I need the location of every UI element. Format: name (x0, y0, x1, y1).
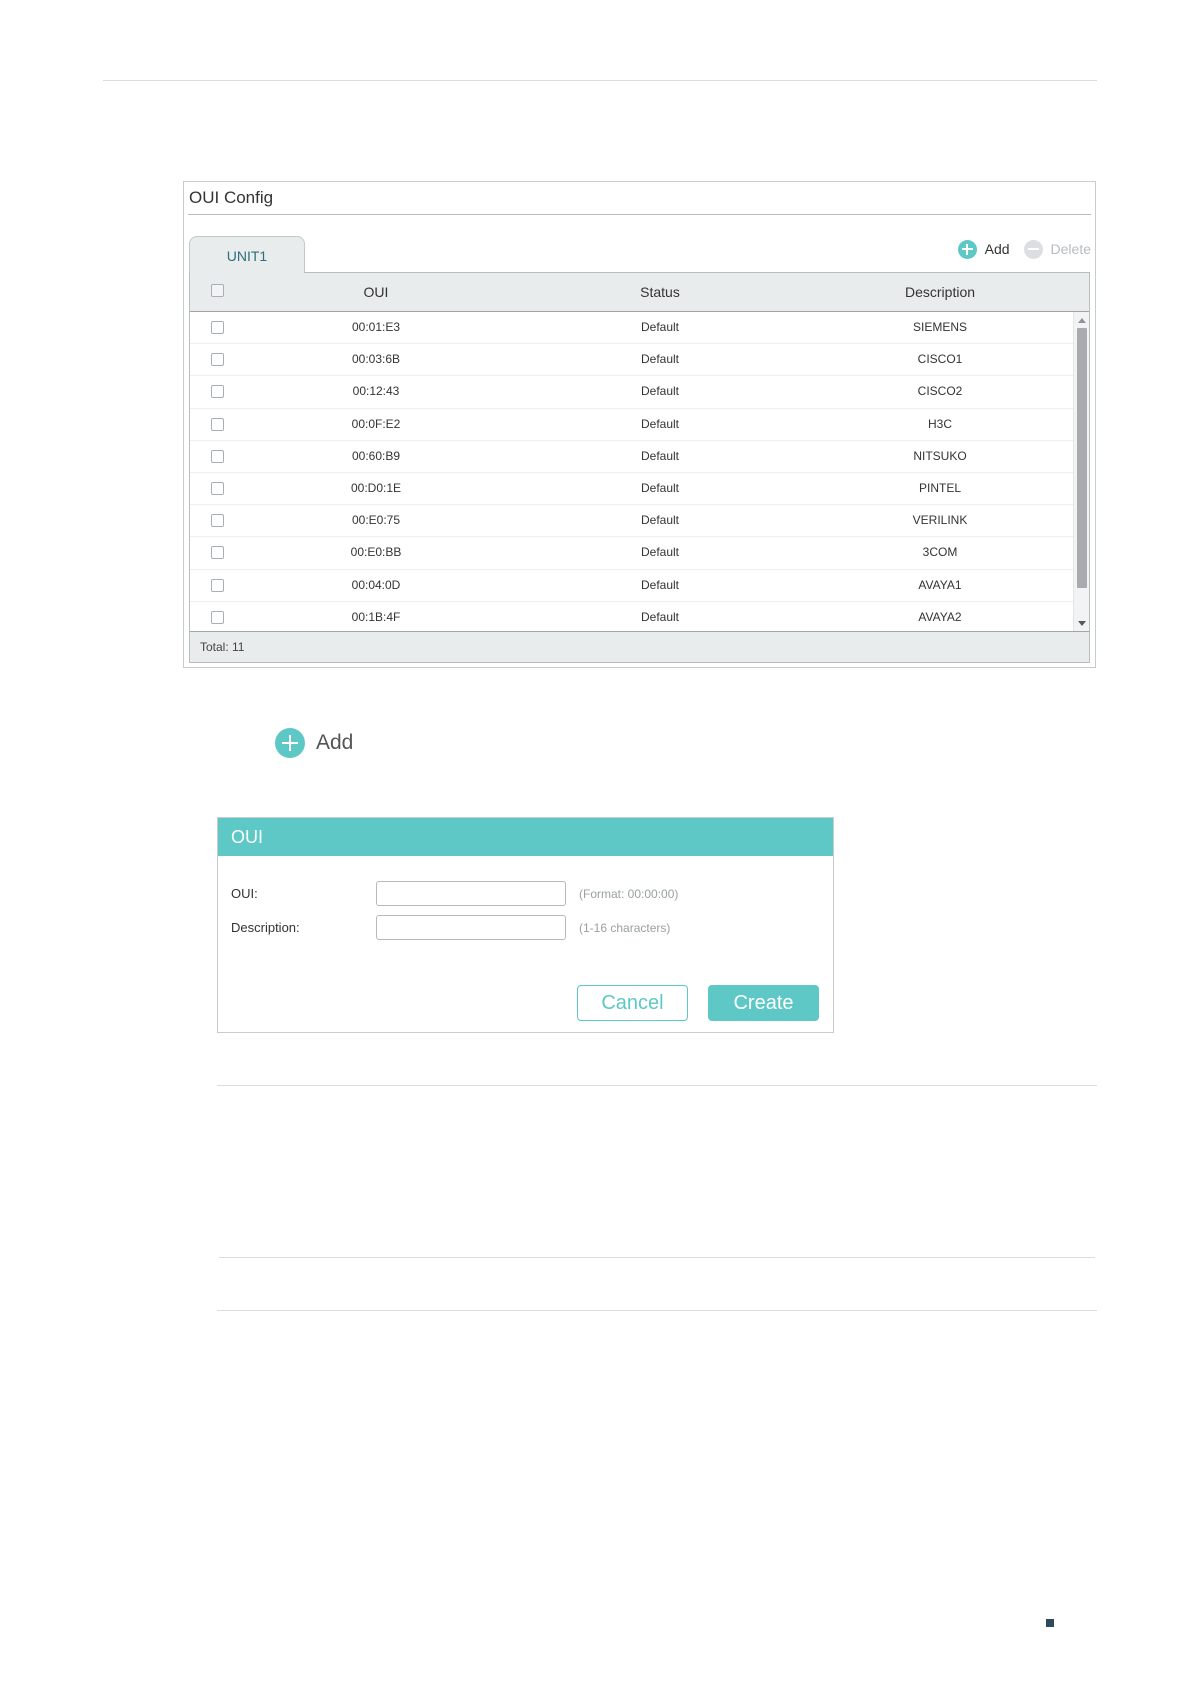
cell-status: Default (640, 480, 680, 495)
cell-oui: 00:60:B9 (351, 448, 401, 463)
table-row[interactable]: 00:E0:75 Default VERILINK (190, 505, 1073, 538)
oui-table: OUI Status Description 00:01:E3 Default … (189, 272, 1090, 663)
table-scrollbar[interactable] (1073, 312, 1089, 632)
select-all-checkbox[interactable] (211, 284, 224, 297)
row-checkbox[interactable] (211, 353, 224, 367)
cell-description: H3C (927, 416, 952, 431)
description-field-label: Description: (231, 920, 300, 935)
cell-oui: 00:03:6B (351, 352, 401, 367)
oui-config-panel: OUI Config UNIT1 Add Delete OUI Status D… (183, 181, 1096, 668)
tab-unit1[interactable]: UNIT1 (189, 236, 305, 273)
table-row[interactable]: 00:03:6B Default CISCO1 (190, 344, 1073, 377)
cell-description: PINTEL (918, 480, 961, 495)
row-checkbox[interactable] (211, 546, 224, 560)
large-add-label: Add (316, 731, 354, 754)
cell-status: Default (640, 416, 680, 431)
cell-status: Default (640, 609, 680, 624)
page-top-rule (103, 80, 1097, 81)
row-checkbox[interactable] (211, 385, 224, 399)
row-checkbox[interactable] (211, 578, 224, 592)
cell-status: Default (640, 352, 680, 367)
description-length-hint: (1-16 characters) (579, 921, 671, 935)
plus-circle-icon (275, 728, 305, 758)
cell-status: Default (640, 448, 680, 463)
cell-oui: 00:0F:E2 (351, 416, 401, 431)
table-row[interactable]: 00:1B:4F Default AVAYA2 (190, 602, 1073, 632)
cell-description: SIEMENS (912, 320, 967, 334)
delete-button-label: Delete (1050, 241, 1091, 257)
divider-line (219, 1257, 1095, 1258)
create-button[interactable]: Create (708, 985, 819, 1021)
cell-oui: 00:E0:BB (350, 545, 402, 560)
dialog-title: OUI (218, 818, 833, 856)
row-checkbox[interactable] (211, 514, 224, 528)
table-row[interactable]: 00:0F:E2 Default H3C (190, 409, 1073, 441)
add-button-label: Add (984, 241, 1010, 257)
minus-circle-icon (1023, 239, 1043, 259)
plus-circle-icon (957, 239, 977, 259)
column-header-status: Status (640, 284, 680, 300)
divider-line (217, 1085, 1097, 1086)
cell-status: Default (640, 384, 680, 399)
description-input[interactable] (376, 915, 566, 940)
cell-status: Default (640, 320, 680, 334)
scroll-down-arrow-icon[interactable] (1078, 621, 1086, 626)
table-row[interactable]: 00:12:43 Default CISCO2 (190, 376, 1073, 409)
cell-oui: 00:D0:1E (350, 480, 402, 495)
cell-oui: 00:01:E3 (351, 320, 401, 334)
row-checkbox[interactable] (211, 321, 224, 334)
oui-format-hint: (Format: 00:00:00) (579, 887, 679, 901)
panel-title: OUI Config (189, 188, 274, 207)
table-row[interactable]: 00:01:E3 Default SIEMENS (190, 312, 1073, 345)
row-checkbox[interactable] (211, 481, 224, 495)
cell-oui: 00:E0:75 (351, 513, 401, 528)
cell-status: Default (640, 577, 680, 592)
cell-oui: 00:12:43 (352, 384, 400, 399)
table-row[interactable]: 00:04:0D Default AVAYA1 (190, 570, 1073, 602)
row-checkbox[interactable] (211, 449, 224, 463)
large-add-button[interactable]: Add (275, 728, 353, 758)
scroll-up-arrow-icon[interactable] (1078, 318, 1086, 323)
cell-description: AVAYA1 (918, 577, 962, 592)
cancel-button[interactable]: Cancel (577, 985, 688, 1021)
cell-description: VERILINK (912, 513, 968, 528)
page-corner-marker (1046, 1619, 1054, 1627)
cell-description: CISCO2 (917, 384, 963, 399)
oui-dialog: OUI OUI: (Format: 00:00:00) Description:… (217, 817, 834, 1033)
cell-description: AVAYA2 (918, 609, 962, 624)
cell-description: 3COM (922, 545, 958, 560)
cell-description: CISCO1 (917, 352, 963, 367)
divider-line (217, 1310, 1097, 1311)
delete-button[interactable]: Delete (1023, 239, 1091, 259)
scrollbar-thumb[interactable] (1077, 328, 1087, 588)
panel-title-divider (188, 214, 1091, 215)
table-row[interactable]: 00:D0:1E Default PINTEL (190, 473, 1073, 506)
oui-input[interactable] (376, 881, 566, 906)
row-checkbox[interactable] (211, 417, 224, 431)
cell-status: Default (640, 513, 680, 528)
cell-description: NITSUKO (913, 448, 967, 463)
table-row[interactable]: 00:60:B9 Default NITSUKO (190, 441, 1073, 473)
column-header-description: Description (904, 284, 976, 300)
cell-oui: 00:1B:4F (351, 609, 401, 624)
cell-status: Default (640, 545, 680, 560)
table-header: OUI Status Description (190, 273, 1089, 312)
row-checkbox[interactable] (211, 610, 224, 624)
table-toolbar: Add Delete (957, 237, 1091, 261)
add-button[interactable]: Add (957, 239, 1010, 259)
table-body: 00:01:E3 Default SIEMENS 00:03:6B Defaul… (190, 312, 1073, 632)
column-header-oui: OUI (363, 284, 389, 300)
table-footer-total: Total: 11 (190, 631, 1089, 662)
table-row[interactable]: 00:E0:BB Default 3COM (190, 537, 1073, 570)
cell-oui: 00:04:0D (351, 577, 401, 592)
oui-field-label: OUI: (231, 886, 258, 901)
